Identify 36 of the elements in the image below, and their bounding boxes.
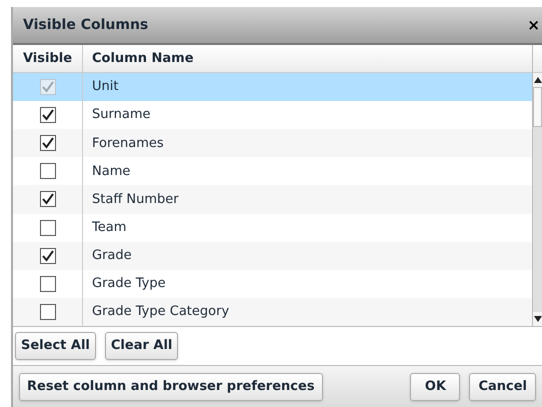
reset-button[interactable]: Reset column and browser preferences [19,372,323,400]
scroll-down-icon[interactable] [533,312,542,326]
dialog-button[interactable]: OK [410,372,460,400]
column-header: Visible [13,45,83,72]
table-row[interactable]: Name [13,157,532,186]
checkbox[interactable] [40,248,56,264]
table-cell-text: Grade Type Category [91,303,230,322]
scroll-up-icon[interactable] [533,73,542,87]
checkbox[interactable] [40,220,56,236]
table-cell-text: Team [91,218,128,237]
checkbox[interactable] [40,135,56,152]
column-header: Column Name [91,50,195,68]
table-cell-text: Grade Type [91,275,167,294]
checkbox[interactable] [40,304,56,320]
table-row[interactable]: Forenames [13,129,532,158]
scroll-thumb[interactable] [533,87,542,127]
selection-button[interactable]: Select All [15,332,96,360]
table-cell-text: Name [91,162,132,181]
close-button[interactable]: × [527,14,540,36]
dialog-button[interactable]: Cancel [469,372,536,400]
table-cell-text: Surname [91,106,152,124]
table-cell-text: Unit [91,78,120,96]
checkbox[interactable] [40,276,56,292]
table-row[interactable]: Staff Number [13,185,532,214]
table-row[interactable]: Grade Type Category [13,298,532,326]
checkbox[interactable] [40,107,56,124]
window-title: Visible Columns [23,16,148,34]
table-row[interactable]: Team [13,214,532,242]
table-cell-text: Grade [91,246,133,265]
selection-button[interactable]: Clear All [104,332,178,360]
table-cell-text: Forenames [91,134,165,153]
checkbox[interactable] [40,191,56,208]
table-cell-text: Staff Number [91,190,180,209]
scrollbar[interactable] [532,45,542,326]
checkbox[interactable] [40,163,56,180]
table-row[interactable]: Grade [13,242,532,270]
